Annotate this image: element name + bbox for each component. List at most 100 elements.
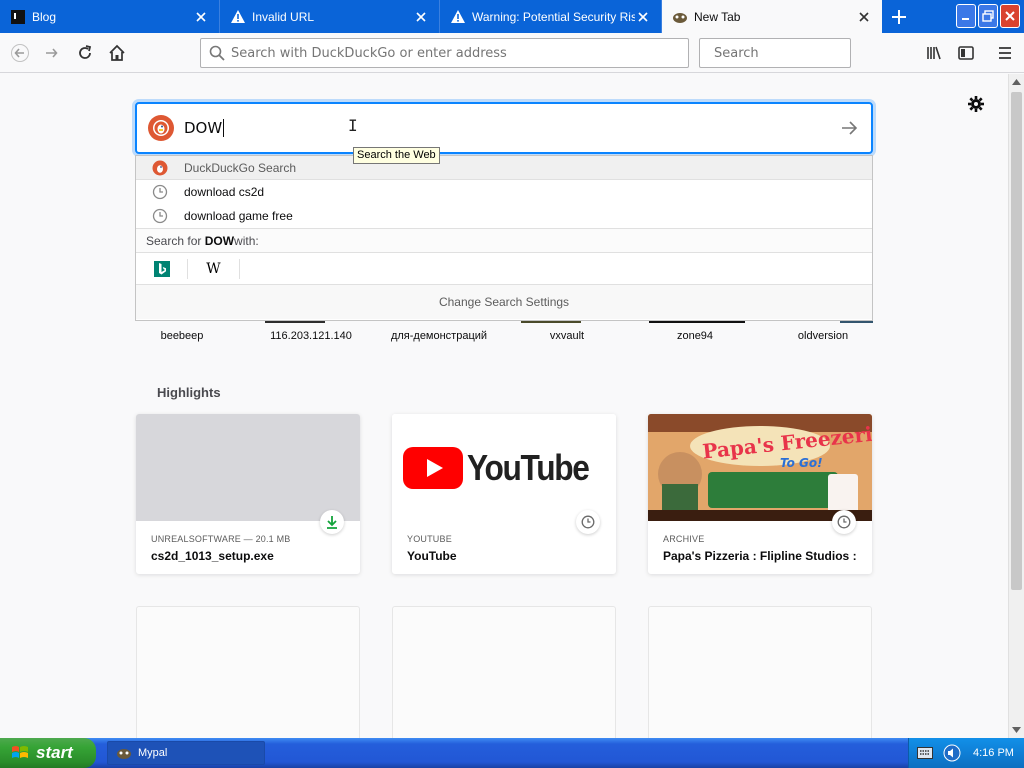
card-source: YOUTUBE [407,534,452,544]
restore-icon [982,10,994,22]
customize-button[interactable] [966,94,986,114]
home-button[interactable] [103,40,131,66]
warning-icon [230,9,246,25]
empty-highlight-card [392,606,616,738]
suggestion-item[interactable]: download cs2d [136,180,872,204]
vertical-scrollbar[interactable] [1008,74,1024,738]
taskbar-item-mypal[interactable]: Mypal [107,741,265,765]
search-query[interactable]: DOW [184,119,225,138]
close-icon[interactable] [856,9,872,25]
new-tab-button[interactable] [882,0,916,33]
search-bar-input[interactable] [714,45,884,61]
go-arrow-icon[interactable] [839,118,859,138]
taskbar: start Mypal 4:16 PM [0,738,1024,768]
suggestion-text: download game free [184,209,293,223]
history-icon [576,510,600,534]
library-button[interactable] [920,40,948,66]
topsite-label[interactable]: для-демонстраций [379,330,499,342]
plus-icon [892,9,906,24]
youtube-play-icon [402,446,463,489]
scroll-up-arrow-icon[interactable] [1009,74,1024,90]
text-cursor-icon: I [348,116,358,135]
change-search-settings-button[interactable]: Change Search Settings [136,285,872,319]
one-off-engines: W [136,253,872,285]
tab-title: Warning: Potential Security Risk Ahead [472,9,635,24]
topsite-label[interactable]: vxvault [507,330,627,342]
tab-invalid-url[interactable]: Invalid URL [220,0,440,33]
reload-button[interactable] [71,40,99,66]
mypal-icon [117,749,131,759]
scroll-down-arrow-icon[interactable] [1009,722,1024,738]
search-bar[interactable] [699,38,884,68]
empty-highlight-card [136,606,360,738]
tab-blog[interactable]: Blog [0,0,220,33]
suggestion-item[interactable]: download game free [136,204,872,228]
clock: 4:16 PM [973,747,1014,759]
search-for-term: DOW [204,233,235,248]
card-source: ARCHIVE [663,534,705,544]
close-icon [1005,11,1015,21]
topsite-label[interactable]: oldversion [763,330,883,342]
card-source: UNREALSOFTWARE — 20.1 MB [151,534,291,544]
address-bar[interactable] [200,38,689,68]
close-icon[interactable] [413,9,429,25]
wikipedia-icon: W [206,260,221,277]
scrollbar-thumb[interactable] [1011,92,1022,590]
search-for-label: Search for DOW with: [136,228,872,253]
duckduckgo-icon [152,160,168,176]
start-label: start [36,743,73,762]
card-thumbnail: YouTube [392,414,616,521]
warning-icon [450,9,466,25]
suggestion-engine-header: DuckDuckGo Search [136,156,872,180]
close-icon[interactable] [193,9,209,25]
suggestion-text: download cs2d [184,185,265,199]
minimize-icon [962,18,969,20]
card-thumbnail [136,414,360,521]
back-button[interactable] [6,40,34,66]
minimize-button[interactable] [956,4,976,28]
forward-button[interactable] [38,40,66,66]
bing-engine-button[interactable] [136,258,188,279]
home-icon [109,44,125,61]
suggestion-engine-label: DuckDuckGo Search [184,160,297,175]
system-tray: 4:16 PM [908,738,1024,768]
library-icon [927,46,941,60]
new-tab-page: beebeep 116.203.121.140 для-демонстраций… [0,74,1008,738]
taskbar-item-label: Mypal [138,747,168,759]
highlights-title: Highlights [157,385,221,400]
empty-highlight-card [648,606,872,738]
topsite-label[interactable]: beebeep [122,330,242,342]
page-search-box[interactable]: DOW [135,102,873,154]
tab-new-tab[interactable]: New Tab [662,0,882,33]
topsite-label[interactable]: 116.203.121.140 [251,330,371,342]
window-close-button[interactable] [1000,4,1020,28]
start-button[interactable]: start [0,738,96,768]
download-icon [320,510,344,534]
history-icon [832,510,856,534]
tab-title: Blog [32,9,57,24]
menu-button[interactable] [991,40,1019,66]
restore-button[interactable] [978,4,998,28]
back-arrow-icon [11,44,29,62]
keyboard-icon[interactable] [917,747,933,759]
forward-arrow-icon [46,48,58,58]
wikipedia-engine-button[interactable]: W [188,258,240,279]
gear-icon [968,96,984,112]
youtube-logo-text: YouTube [466,446,590,488]
highlight-card[interactable]: Papa's Freezeria To Go! ARCHIVE Papa's P… [648,414,872,574]
card-thumbnail: Papa's Freezeria To Go! [648,414,872,521]
tab-security-warning[interactable]: Warning: Potential Security Risk Ahead [440,0,662,33]
highlight-card[interactable]: UNREALSOFTWARE — 20.1 MB cs2d_1013_setup… [136,414,360,574]
mypal-icon [672,9,688,25]
address-input[interactable] [231,45,688,61]
reload-icon [79,45,92,59]
close-icon[interactable] [635,9,651,25]
text-caret [223,119,225,138]
windows-flag-icon [12,746,28,758]
highlight-card[interactable]: YouTube YOUTUBE YouTube [392,414,616,574]
tooltip: Search the Web [353,147,440,164]
topsite-label[interactable]: zone94 [635,330,755,342]
sidebar-button[interactable] [952,40,980,66]
tab-title: Invalid URL [252,9,315,24]
volume-icon[interactable] [943,744,961,762]
